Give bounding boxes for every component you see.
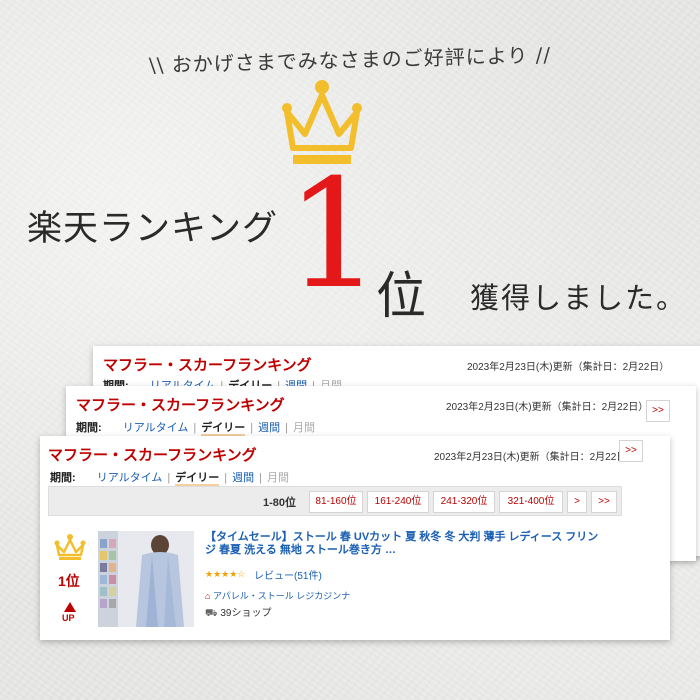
home-icon: ⌂ (205, 591, 211, 601)
ranking-card-updated: 2023年2月23日(木)更新（集計日：2月22日） (446, 402, 649, 413)
genre-link[interactable]: ⌂ アパレル・ストール レジカジンナ (205, 589, 350, 602)
next-page-button[interactable]: >> (619, 440, 643, 462)
ranking-card-updated: 2023年2月23日(木)更新（集計日：2月22日） (467, 362, 670, 373)
product-thumbnail[interactable] (98, 531, 194, 627)
period-monthly-link[interactable]: 月間 (293, 422, 315, 434)
ranking-pager: 1-80位 81-160位 161-240位 241-320位 321-400位… (48, 486, 622, 516)
pager-321-400-button[interactable]: 321-400位 (499, 491, 563, 513)
item-rank: 1位 (58, 573, 80, 589)
pager-161-240-button[interactable]: 161-240位 (367, 491, 429, 513)
headline-suffix: 獲得しました。 (470, 281, 688, 315)
period-monthly-link[interactable]: 月間 (267, 472, 289, 484)
next-page-button[interactable]: >> (646, 400, 670, 422)
ranking-card-title: マフラー・スカーフランキング (48, 447, 257, 464)
headline-prefix: 楽天ランキング (27, 209, 278, 249)
product-photo-image (98, 531, 194, 627)
ranking-card-title: マフラー・スカーフランキング (103, 357, 312, 374)
period-label: 期間: (76, 422, 102, 434)
period-realtime-link[interactable]: リアルタイム (97, 472, 163, 484)
pager-next-button[interactable]: > (567, 491, 587, 513)
product-title-link[interactable]: 【タイムセール】ストール 春 UVカット 夏 秋冬 冬 大判 薄手 レディース … (205, 531, 605, 557)
period-realtime-link[interactable]: リアルタイム (123, 422, 189, 434)
period-daily-tab[interactable]: デイリー (175, 472, 220, 486)
headline-rank-number: 1 (286, 148, 382, 322)
pager-241-320-button[interactable]: 241-320位 (433, 491, 495, 513)
pager-current-range: 1-80位 (263, 497, 297, 509)
reviews-link[interactable]: レビュー(51件) (254, 567, 322, 582)
ranking-card-title: マフラー・スカーフランキング (76, 397, 285, 414)
shop-count-label: 39ショップ (220, 608, 272, 619)
rating-stars: ★★★★☆ (205, 569, 246, 579)
period-weekly-link[interactable]: 週間 (232, 472, 254, 484)
item-trend: UP (62, 613, 75, 623)
headline-rank-unit: 位 (376, 267, 426, 325)
shop-count: ⛟ 39ショップ (205, 604, 272, 621)
ranking-card-front: マフラー・スカーフランキング 2023年2月23日(木)更新（集計日：2月22日… (40, 436, 670, 640)
pager-81-160-button[interactable]: 81-160位 (309, 491, 363, 513)
truck-icon: ⛟ (205, 608, 218, 619)
arrow-up-icon (64, 602, 76, 612)
period-daily-tab[interactable]: デイリー (201, 422, 246, 436)
pager-last-button[interactable]: >> (591, 491, 617, 513)
rank-crown-icon (54, 534, 86, 560)
period-label: 期間: (50, 472, 76, 484)
genre-label: アパレル・ストール レジカジンナ (212, 591, 351, 601)
period-weekly-link[interactable]: 週間 (258, 422, 280, 434)
ranking-card-updated: 2023年2月23日(木)更新（集計日：2月22日） (434, 452, 637, 463)
